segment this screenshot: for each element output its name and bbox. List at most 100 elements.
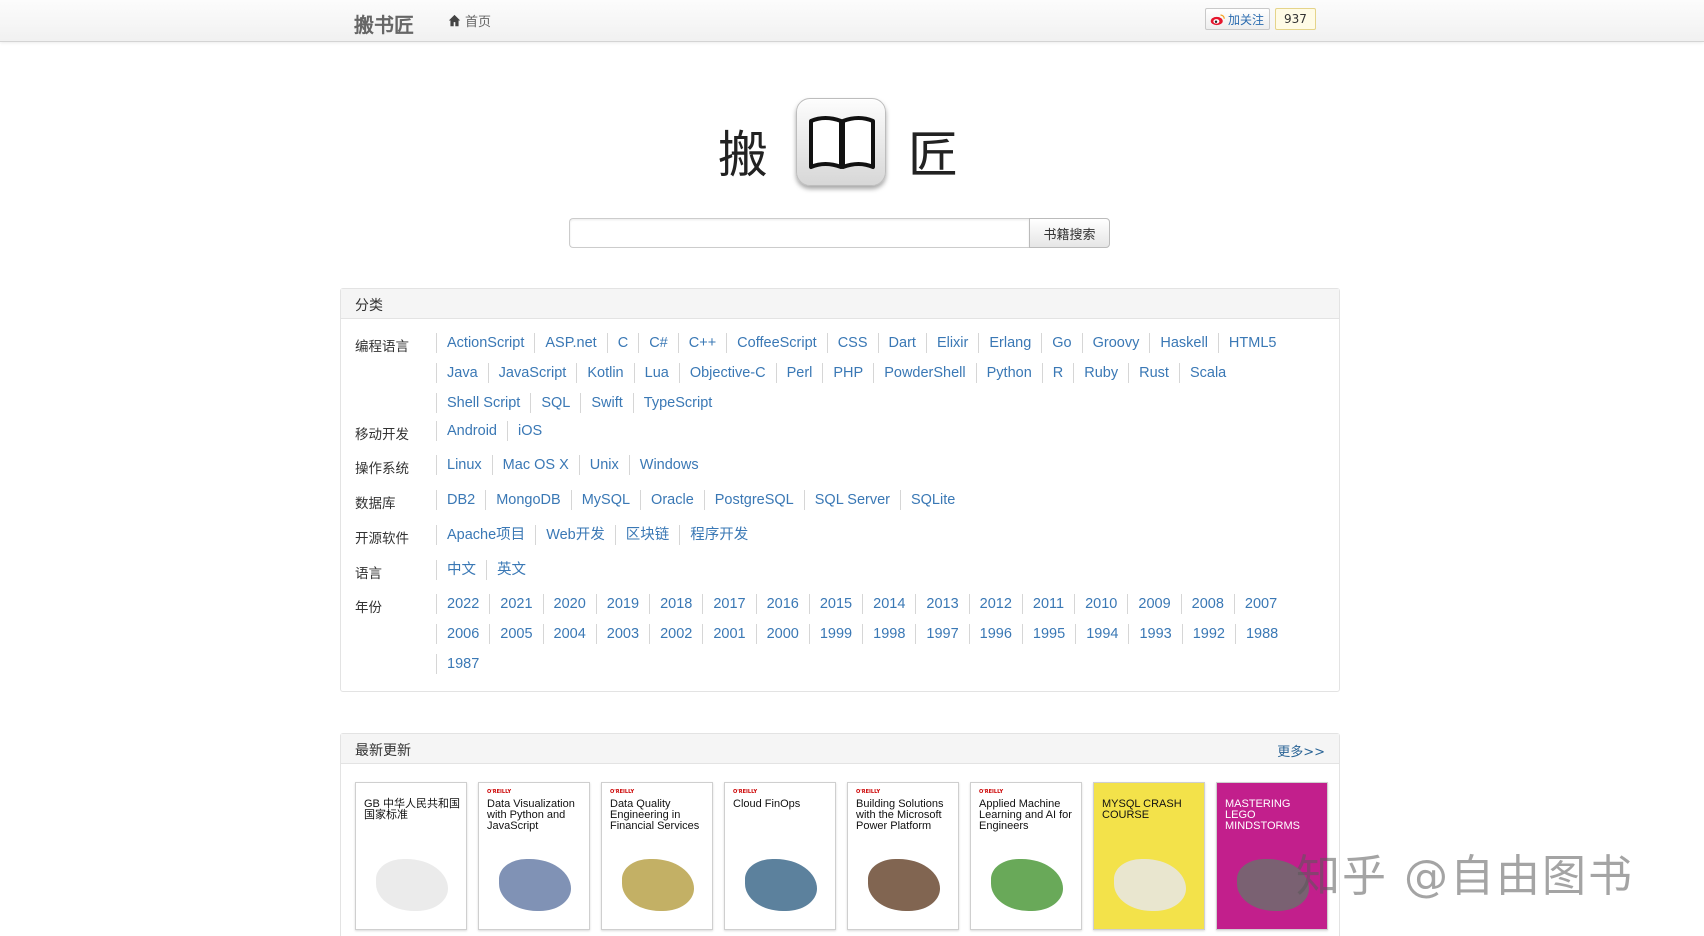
category-link[interactable]: 1996 bbox=[968, 624, 1022, 644]
category-link[interactable]: ASP.net bbox=[534, 333, 606, 353]
category-link[interactable]: 2012 bbox=[968, 594, 1022, 614]
category-link[interactable]: HTML5 bbox=[1217, 333, 1287, 353]
nav-home-link[interactable]: 首页 bbox=[448, 11, 491, 30]
category-link[interactable]: 1987 bbox=[436, 654, 489, 674]
category-link[interactable]: Dart bbox=[877, 333, 926, 353]
category-link[interactable]: CSS bbox=[826, 333, 878, 353]
category-link[interactable]: DB2 bbox=[436, 490, 485, 510]
category-link[interactable]: MongoDB bbox=[485, 490, 570, 510]
category-link[interactable]: Linux bbox=[436, 455, 492, 475]
book-cover[interactable]: O'REILLY Building Solutions with the Micr… bbox=[847, 782, 959, 930]
category-link[interactable]: Web开发 bbox=[535, 525, 615, 545]
category-link[interactable]: 2016 bbox=[755, 594, 809, 614]
category-link[interactable]: PostgreSQL bbox=[703, 490, 804, 510]
category-link[interactable]: PHP bbox=[822, 363, 873, 383]
category-link[interactable]: 英文 bbox=[486, 560, 536, 580]
book-publisher: O'REILLY bbox=[487, 789, 512, 795]
book-cover[interactable]: O'REILLY Applied Machine Learning and AI … bbox=[970, 782, 1082, 930]
category-link[interactable]: 区块链 bbox=[614, 525, 680, 545]
category-row-label: 年份 bbox=[355, 600, 382, 616]
category-link[interactable]: 2002 bbox=[649, 624, 702, 644]
category-link[interactable]: 2005 bbox=[489, 624, 542, 644]
category-link[interactable]: PowderShell bbox=[873, 363, 975, 383]
category-link[interactable]: Ruby bbox=[1073, 363, 1128, 383]
book-cover[interactable]: O'REILLY Data Quality Engineering in Fina… bbox=[601, 782, 713, 930]
category-link[interactable]: SQL Server bbox=[803, 490, 900, 510]
category-link[interactable]: 2020 bbox=[542, 594, 596, 614]
category-link[interactable]: 2004 bbox=[542, 624, 596, 644]
category-link[interactable]: Perl bbox=[775, 363, 823, 383]
category-link[interactable]: Mac OS X bbox=[491, 455, 579, 475]
category-link[interactable]: 2007 bbox=[1233, 594, 1287, 614]
category-link[interactable]: 2003 bbox=[595, 624, 649, 644]
category-link[interactable]: 2010 bbox=[1074, 594, 1127, 614]
category-link[interactable]: 2017 bbox=[702, 594, 755, 614]
category-link[interactable]: JavaScript bbox=[487, 363, 577, 383]
category-link[interactable]: 1999 bbox=[808, 624, 862, 644]
category-link[interactable]: 1994 bbox=[1075, 624, 1128, 644]
logo-char-right: 匠 bbox=[908, 126, 958, 184]
category-link[interactable]: Java bbox=[436, 363, 488, 383]
category-link[interactable]: 2019 bbox=[595, 594, 649, 614]
category-link[interactable]: ActionScript bbox=[436, 333, 534, 353]
category-link[interactable]: Kotlin bbox=[576, 363, 633, 383]
book-cover[interactable]: GB 中华人民共和国国家标准 bbox=[355, 782, 467, 930]
book-cover[interactable]: O'REILLY Data Visualization with Python a… bbox=[478, 782, 590, 930]
search-input[interactable] bbox=[569, 218, 1029, 248]
category-link[interactable]: Rust bbox=[1128, 363, 1179, 383]
category-link[interactable]: 2001 bbox=[702, 624, 755, 644]
category-link[interactable]: 中文 bbox=[436, 560, 486, 580]
brand-logo-text[interactable]: 搬书匠 bbox=[354, 9, 414, 38]
book-cover[interactable]: MYSQL CRASH COURSE bbox=[1093, 782, 1205, 930]
category-link[interactable]: SQLite bbox=[899, 490, 965, 510]
category-link[interactable]: Oracle bbox=[640, 490, 704, 510]
category-link[interactable]: Scala bbox=[1178, 363, 1236, 383]
category-link[interactable]: Lua bbox=[633, 363, 679, 383]
category-link[interactable]: C++ bbox=[677, 333, 726, 353]
category-link[interactable]: MySQL bbox=[570, 490, 640, 510]
category-link[interactable]: Elixir bbox=[925, 333, 978, 353]
category-link[interactable]: 2000 bbox=[755, 624, 809, 644]
category-link[interactable]: CoffeeScript bbox=[726, 333, 827, 353]
category-link[interactable]: Android bbox=[436, 421, 507, 441]
category-link[interactable]: Swift bbox=[580, 393, 632, 413]
category-link[interactable]: 2006 bbox=[436, 624, 489, 644]
category-link[interactable]: TypeScript bbox=[632, 393, 723, 413]
category-link[interactable]: Groovy bbox=[1081, 333, 1150, 353]
more-link[interactable]: 更多>> bbox=[1277, 741, 1325, 760]
category-link[interactable]: C# bbox=[638, 333, 678, 353]
category-link[interactable]: 2013 bbox=[915, 594, 968, 614]
category-link[interactable]: Unix bbox=[578, 455, 629, 475]
category-link[interactable]: 程序开发 bbox=[679, 525, 758, 545]
category-link[interactable]: Go bbox=[1041, 333, 1081, 353]
category-link[interactable]: 2021 bbox=[489, 594, 542, 614]
category-link[interactable]: 2015 bbox=[808, 594, 862, 614]
category-link[interactable]: C bbox=[606, 333, 638, 353]
category-link[interactable]: 1993 bbox=[1128, 624, 1181, 644]
category-link[interactable]: R bbox=[1041, 363, 1073, 383]
category-link[interactable]: Erlang bbox=[978, 333, 1041, 353]
category-link[interactable]: 2009 bbox=[1127, 594, 1180, 614]
category-link[interactable]: 1997 bbox=[915, 624, 968, 644]
category-link[interactable]: Windows bbox=[628, 455, 709, 475]
category-link[interactable]: 1992 bbox=[1181, 624, 1235, 644]
category-link[interactable]: 2014 bbox=[862, 594, 915, 614]
category-link[interactable]: Python bbox=[975, 363, 1042, 383]
search-button[interactable]: 书籍搜索 bbox=[1029, 218, 1110, 248]
category-link[interactable]: 2018 bbox=[649, 594, 702, 614]
category-link[interactable]: SQL bbox=[530, 393, 580, 413]
category-link[interactable]: 1988 bbox=[1234, 624, 1288, 644]
category-link[interactable]: 1995 bbox=[1021, 624, 1075, 644]
category-link[interactable]: 2011 bbox=[1021, 594, 1074, 614]
category-link[interactable]: 2008 bbox=[1180, 594, 1234, 614]
category-link[interactable]: Objective-C bbox=[678, 363, 776, 383]
book-cover[interactable]: O'REILLY Cloud FinOps bbox=[724, 782, 836, 930]
category-link[interactable]: 2022 bbox=[436, 594, 489, 614]
category-link[interactable]: 1998 bbox=[862, 624, 915, 644]
category-link-list: ActionScript ASP.net C C# C++ CoffeeScript CSS… bbox=[436, 333, 1316, 413]
category-link[interactable]: Haskell bbox=[1149, 333, 1218, 353]
category-link[interactable]: Shell Script bbox=[436, 393, 530, 413]
category-link[interactable]: iOS bbox=[506, 421, 552, 441]
category-link[interactable]: Apache项目 bbox=[436, 525, 535, 545]
weibo-follow-button[interactable]: 加关注 bbox=[1205, 8, 1271, 30]
